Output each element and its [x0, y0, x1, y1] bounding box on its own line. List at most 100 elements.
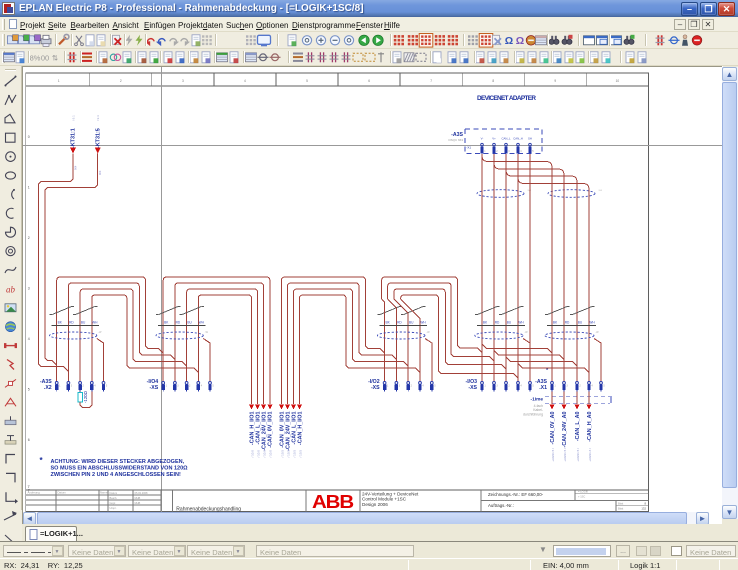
svg-text:-1Ime: -1Ime — [530, 397, 543, 403]
svg-text:-I/O3: -I/O3 — [465, 379, 477, 385]
svg-text:RD: RD — [397, 321, 402, 325]
svg-text:/ 10.5: / 10.5 — [292, 450, 296, 458]
svg-text:Änderung: Änderung — [28, 491, 41, 495]
svg-text:-CAN_24V_A0: -CAN_24V_A0 — [562, 411, 568, 447]
svg-text:WH: WH — [199, 321, 205, 325]
svg-text:8: 8 — [492, 79, 494, 83]
svg-text:-CAN_0V_A0: -CAN_0V_A0 — [550, 412, 556, 445]
svg-text:6: 6 — [368, 79, 370, 83]
svg-text:BU: BU — [409, 321, 414, 325]
svg-text:5: 5 — [28, 388, 30, 392]
svg-text:-A3S: -A3S — [535, 379, 547, 385]
svg-text:24V-Verteilung + DeviceNet: 24V-Verteilung + DeviceNet — [362, 491, 419, 496]
svg-text:WH: WH — [518, 321, 524, 325]
svg-text:MHB: MHB — [135, 501, 141, 505]
svg-text:/ 10.0: / 10.0 — [269, 450, 273, 458]
svg-text:.X1: .X1 — [539, 385, 547, 391]
svg-text:132: 132 — [641, 507, 646, 511]
svg-text:1: 1 — [58, 79, 60, 83]
svg-text:Control Module +1SC: Control Module +1SC — [362, 497, 407, 502]
svg-text:Blatt: Blatt — [618, 501, 623, 505]
svg-text:durchführung: durchführung — [523, 412, 543, 416]
svg-text:BU: BU — [578, 321, 583, 325]
svg-text:-XS: -XS — [468, 385, 477, 391]
svg-text:-I/O4: -I/O4 — [147, 379, 159, 385]
svg-text:+A0/21.5 /: +A0/21.5 / — [563, 448, 567, 462]
svg-text:2: 2 — [28, 236, 30, 240]
svg-text:3: 3 — [182, 79, 184, 83]
svg-text:ABB: ABB — [312, 492, 354, 512]
svg-text:Datum: Datum — [58, 491, 67, 495]
svg-text:9: 9 — [554, 79, 556, 83]
svg-text:/ 10.5: / 10.5 — [298, 450, 302, 458]
svg-text:/ 9.1: / 9.1 — [72, 115, 76, 121]
svg-text:0: 0 — [28, 135, 30, 139]
svg-text:CAN_L: CAN_L — [501, 137, 510, 141]
svg-text:SO MUSS EIN ABSCHLUSSWIDERSTAN: SO MUSS EIN ABSCHLUSSWIDERSTAND VON 120Ω — [51, 466, 189, 472]
svg-text:-KT31:5: -KT31:5 — [95, 128, 101, 148]
svg-text:05.03.2008: 05.03.2008 — [135, 491, 149, 495]
svg-text:-KT31:1: -KT31:1 — [71, 128, 77, 148]
svg-text:+A0/21.5 /: +A0/21.5 / — [551, 448, 555, 462]
svg-text:DEVICENET ADAPTER: DEVICENET ADAPTER — [477, 95, 536, 102]
svg-text:V+: V+ — [492, 137, 496, 141]
svg-text:903: 903 — [98, 170, 102, 175]
svg-text:1: 1 — [28, 186, 30, 190]
svg-text:7: 7 — [28, 485, 30, 489]
svg-text:DSQC 663: DSQC 663 — [448, 138, 463, 142]
svg-text:-X1: -X1 — [466, 146, 471, 150]
svg-text:/ 10.0: / 10.0 — [256, 450, 260, 458]
svg-text:CAN_H: CAN_H — [513, 137, 522, 141]
svg-text:904: 904 — [74, 165, 78, 170]
svg-text:/ 10.0: / 10.0 — [250, 450, 254, 458]
svg-text:Urspr.: Urspr. — [110, 506, 117, 510]
svg-text:Bearb.: Bearb. — [110, 496, 118, 500]
svg-text:SH: SH — [528, 137, 532, 141]
svg-text:-120Ω: -120Ω — [83, 390, 88, 403]
svg-text:WH: WH — [92, 321, 98, 325]
svg-text:RD: RD — [495, 321, 500, 325]
svg-text:-CAN_H_I/O1: -CAN_H_I/O1 — [297, 412, 303, 446]
svg-text:3: 3 — [28, 287, 30, 291]
svg-text:RD: RD — [565, 321, 570, 325]
svg-text:-XS: -XS — [371, 385, 380, 391]
svg-text:7: 7 — [430, 79, 432, 83]
svg-text:V-: V- — [481, 137, 484, 141]
svg-text:.X2: .X2 — [44, 385, 52, 391]
svg-text:WH: WH — [420, 321, 426, 325]
svg-text:/ 9.3: / 9.3 — [96, 115, 100, 121]
svg-text:6: 6 — [28, 438, 30, 442]
svg-text:-CAN_L_A0: -CAN_L_A0 — [575, 412, 581, 442]
svg-text:BU: BU — [187, 321, 192, 325]
svg-text:4: 4 — [244, 79, 246, 83]
svg-text:+A0/21.6 /: +A0/21.6 / — [588, 448, 592, 462]
svg-text:+ 1SC: + 1SC — [578, 494, 585, 498]
svg-text:-I/O2: -I/O2 — [368, 379, 380, 385]
svg-text:/ 10.5: / 10.5 — [280, 450, 284, 458]
svg-text:-CAN_H_A0: -CAN_H_A0 — [587, 412, 593, 442]
svg-text:Datum: Datum — [110, 491, 118, 495]
svg-text:Zeichnungs.-Nr.: EF 660,00-: Zeichnungs.-Nr.: EF 660,00- — [488, 492, 544, 497]
svg-text:10: 10 — [616, 79, 620, 83]
svg-text:4: 4 — [28, 337, 30, 341]
svg-text:Gepr.: Gepr. — [110, 501, 117, 505]
svg-text:-A3S: -A3S — [40, 379, 52, 385]
svg-text:BU: BU — [507, 321, 512, 325]
svg-text:-CAN_24V_I/O1: -CAN_24V_I/O1 — [261, 412, 267, 451]
svg-text:ZWISCHEN PIN 2 UND 4 ANGESCHLO: ZWISCHEN PIN 2 UND 4 ANGESCHLOSSEN SEIN! — [51, 472, 181, 478]
svg-text:Blatt: Blatt — [618, 507, 623, 511]
svg-text:-CAN_0V_I/O1: -CAN_0V_I/O1 — [268, 411, 274, 447]
svg-text:Auftrags.-Nr.:: Auftrags.-Nr.: — [488, 503, 514, 508]
svg-text:/ 10.5: / 10.5 — [286, 450, 290, 458]
svg-text:/ 10.0: / 10.0 — [262, 450, 266, 458]
svg-text:Name: Name — [100, 491, 108, 495]
svg-text:-XS: -XS — [150, 385, 159, 391]
svg-text:MHB: MHB — [135, 496, 141, 500]
svg-text:RD: RD — [69, 321, 74, 325]
svg-text:RD: RD — [176, 321, 181, 325]
svg-text:ACHTUNG: WIRD DIESER STECKER A: ACHTUNG: WIRD DIESER STECKER ABGEZOGEN, — [51, 459, 185, 465]
svg-text:= LOGIK: = LOGIK — [578, 490, 588, 494]
svg-text:2: 2 — [120, 79, 122, 83]
svg-text:BU: BU — [81, 321, 86, 325]
svg-text:5: 5 — [306, 79, 308, 83]
